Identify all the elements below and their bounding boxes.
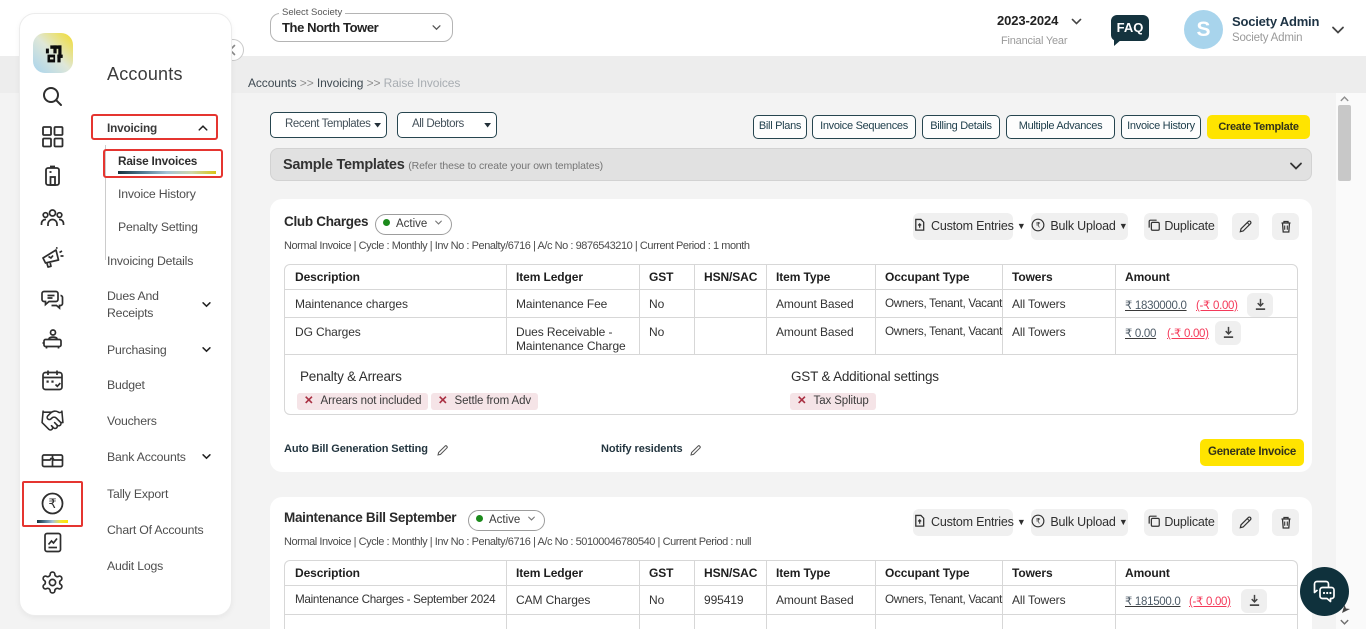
- svg-text:₹: ₹: [1036, 517, 1041, 526]
- svg-text:₹: ₹: [1036, 221, 1041, 230]
